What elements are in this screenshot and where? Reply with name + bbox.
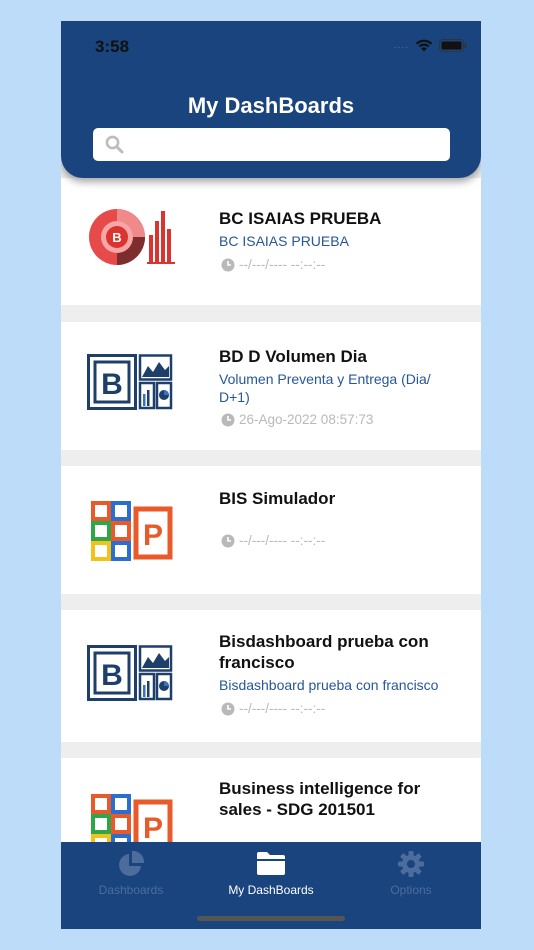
dashboard-name: BC ISAIAS PRUEBA bbox=[219, 209, 382, 228]
date-text: --/---/---- --:--:-- bbox=[239, 257, 326, 272]
tab-dashboards[interactable]: Dashboards bbox=[61, 842, 201, 912]
header: 3:58 .... My DashBoards bbox=[61, 21, 481, 178]
svg-text:B: B bbox=[112, 230, 121, 245]
dashboard-card[interactable]: B Bisdashboard prueba con francisco Bisd… bbox=[61, 610, 481, 742]
tab-bar: Dashboards My DashBoards Options bbox=[61, 842, 481, 929]
date-text: --/---/---- --:--:-- bbox=[239, 533, 326, 548]
dashboard-card[interactable]: B BC ISAIAS PRUEBA BC ISAIAS PRUEBA --/-… bbox=[61, 178, 481, 305]
tab-label: Options bbox=[390, 883, 432, 897]
dashboard-card[interactable]: P BIS Simulador --/---/---- --:--:-- bbox=[61, 466, 481, 594]
signal-dots: .... bbox=[393, 40, 409, 51]
svg-text:P: P bbox=[143, 519, 163, 552]
tab-options[interactable]: Options bbox=[341, 842, 481, 912]
dashboard-date: --/---/---- --:--:-- bbox=[221, 533, 325, 548]
colorful-p-logo: P bbox=[91, 501, 173, 561]
home-indicator[interactable] bbox=[197, 916, 345, 921]
battery-icon bbox=[439, 39, 467, 52]
svg-text:B: B bbox=[101, 368, 123, 401]
wifi-icon bbox=[415, 39, 433, 52]
blue-b-chart-logo: B bbox=[87, 645, 173, 701]
blue-b-chart-logo: B bbox=[87, 354, 173, 410]
dashboard-subtitle: BC ISAIAS PRUEBA bbox=[219, 233, 349, 249]
dashboard-date: --/---/---- --:--:-- bbox=[221, 701, 325, 716]
clock-icon bbox=[221, 534, 235, 547]
folder-icon bbox=[257, 852, 285, 875]
dashboard-name: BD D Volumen Dia bbox=[219, 347, 367, 366]
clock-icon bbox=[221, 702, 235, 715]
gear-icon bbox=[398, 851, 424, 877]
clock-icon bbox=[221, 413, 235, 426]
date-text: --/---/---- --:--:-- bbox=[239, 701, 326, 716]
search-input[interactable] bbox=[93, 128, 450, 161]
red-chart-logo: B bbox=[89, 209, 175, 265]
status-time: 3:58 bbox=[95, 37, 130, 56]
dashboard-card[interactable]: B BD D Volumen Dia Volumen Preventa y En… bbox=[61, 322, 481, 450]
clock-icon bbox=[221, 258, 235, 271]
dashboard-name: Business intelligence for sales - SDG 20… bbox=[219, 779, 421, 819]
status-icons: .... bbox=[394, 39, 467, 52]
tab-label: Dashboards bbox=[98, 883, 164, 897]
search-icon bbox=[105, 135, 124, 154]
dashboard-date: 26-Ago-2022 08:57:73 bbox=[221, 412, 373, 427]
phone-screen: 3:58 .... My DashBoards B BC ISAIAS PRUE… bbox=[61, 21, 481, 929]
tab-my-dashboards[interactable]: My DashBoards bbox=[201, 842, 341, 912]
dashboard-subtitle: Volumen Preventa y Entrega (Dia/ D+1) bbox=[219, 371, 431, 405]
pie-chart-icon bbox=[119, 850, 145, 876]
dashboard-date: --/---/---- --:--:-- bbox=[221, 257, 325, 272]
tab-label: My DashBoards bbox=[228, 883, 314, 897]
page-title: My DashBoards bbox=[187, 93, 355, 118]
svg-text:P: P bbox=[143, 812, 163, 845]
svg-text:B: B bbox=[101, 659, 123, 692]
dashboard-subtitle: Bisdashboard prueba con francisco bbox=[219, 677, 439, 693]
dashboard-name: BIS Simulador bbox=[219, 489, 336, 508]
dashboard-name: Bisdashboard prueba con francisco bbox=[219, 632, 429, 672]
date-text: 26-Ago-2022 08:57:73 bbox=[239, 412, 374, 427]
